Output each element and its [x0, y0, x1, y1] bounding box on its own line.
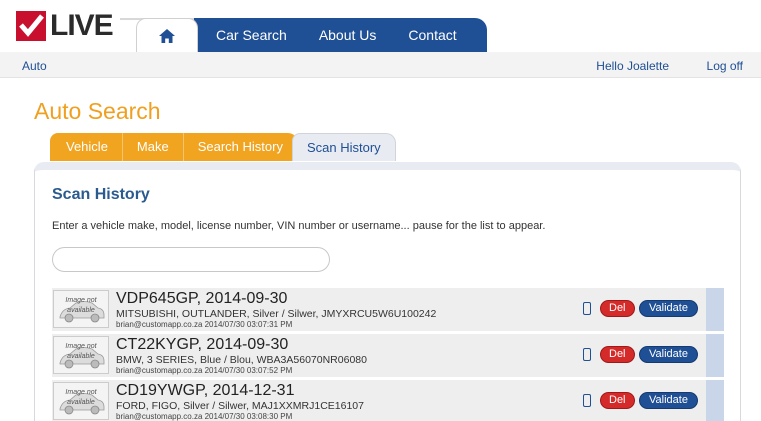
- result-title: CD19YWGP, 2014-12-31: [116, 382, 295, 399]
- header: LIVE Car Search About Us Contact: [0, 0, 761, 52]
- svg-text:Image not: Image not: [65, 389, 97, 396]
- svg-text:available: available: [67, 353, 95, 360]
- home-icon: [159, 28, 175, 43]
- tab-vehicle[interactable]: Vehicle: [50, 133, 123, 161]
- scan-history-panel: Scan History Enter a vehicle make, model…: [34, 162, 741, 421]
- result-meta: brian@customapp.co.za 2014/07/30 03:07:3…: [116, 320, 293, 329]
- logo-text: LIVE: [50, 9, 114, 42]
- phone-icon[interactable]: [583, 394, 591, 407]
- panel-title: Scan History: [52, 186, 150, 203]
- result-subtitle: BMW, 3 SERIES, Blue / Blou, WBA3A56070NR…: [116, 354, 367, 366]
- vehicle-thumbnail: Image not available: [53, 336, 109, 374]
- phone-icon[interactable]: [583, 348, 591, 361]
- validate-button[interactable]: Validate: [639, 346, 698, 363]
- user-greeting[interactable]: Hello Joalette: [596, 59, 669, 73]
- sub-bar: Auto Hello Joalette Log off: [0, 52, 761, 78]
- page-title: Auto Search: [34, 98, 161, 124]
- result-subtitle: MITSUBISHI, OUTLANDER, Silver / Silwer, …: [116, 308, 437, 320]
- vehicle-thumbnail: Image not available: [53, 382, 109, 420]
- result-meta: brian@customapp.co.za 2014/07/30 03:08:3…: [116, 412, 293, 421]
- phone-icon[interactable]: [583, 302, 591, 315]
- svg-text:available: available: [67, 307, 95, 314]
- results-list: Image not available VDP645GP, 2014-09-30…: [52, 288, 724, 421]
- result-row[interactable]: Image not available CT22KYGP, 2014-09-30…: [52, 334, 724, 377]
- svg-text:Image not: Image not: [65, 297, 97, 304]
- result-subtitle: FORD, FIGO, Silver / Silwer, MAJ1XXMRJ1C…: [116, 400, 364, 412]
- result-meta: brian@customapp.co.za 2014/07/30 03:07:5…: [116, 366, 293, 375]
- nav-tab-about-us[interactable]: About Us: [303, 18, 393, 52]
- delete-button[interactable]: Del: [600, 346, 635, 363]
- panel-description: Enter a vehicle make, model, license num…: [52, 220, 546, 232]
- nav-tab-car-search[interactable]: Car Search: [194, 18, 303, 52]
- logo[interactable]: LIVE: [16, 8, 114, 44]
- nav-tabs: Car Search About Us Contact: [194, 18, 487, 52]
- tab-make[interactable]: Make: [122, 133, 184, 161]
- breadcrumb-auto[interactable]: Auto: [22, 59, 47, 73]
- validate-button[interactable]: Validate: [639, 300, 698, 317]
- delete-button[interactable]: Del: [600, 300, 635, 317]
- tab-scan-history[interactable]: Scan History: [291, 133, 396, 161]
- svg-text:available: available: [67, 399, 95, 406]
- delete-button[interactable]: Del: [600, 392, 635, 409]
- validate-button[interactable]: Validate: [639, 392, 698, 409]
- tab-search-history[interactable]: Search History: [183, 133, 298, 161]
- logout-link[interactable]: Log off: [707, 59, 743, 73]
- vehicle-thumbnail: Image not available: [53, 290, 109, 328]
- result-title: VDP645GP, 2014-09-30: [116, 290, 288, 307]
- main-nav: Car Search About Us Contact: [120, 18, 487, 52]
- logo-check-icon: [16, 11, 46, 41]
- result-row[interactable]: Image not available VDP645GP, 2014-09-30…: [52, 288, 724, 331]
- search-tabs: Vehicle Make Search History Scan History: [50, 133, 396, 161]
- result-title: CT22KYGP, 2014-09-30: [116, 336, 289, 353]
- search-input[interactable]: [52, 247, 330, 272]
- nav-tab-contact[interactable]: Contact: [392, 18, 472, 52]
- nav-home-tab[interactable]: [136, 18, 198, 52]
- result-row[interactable]: Image not available CD19YWGP, 2014-12-31…: [52, 380, 724, 421]
- svg-text:Image not: Image not: [65, 343, 97, 350]
